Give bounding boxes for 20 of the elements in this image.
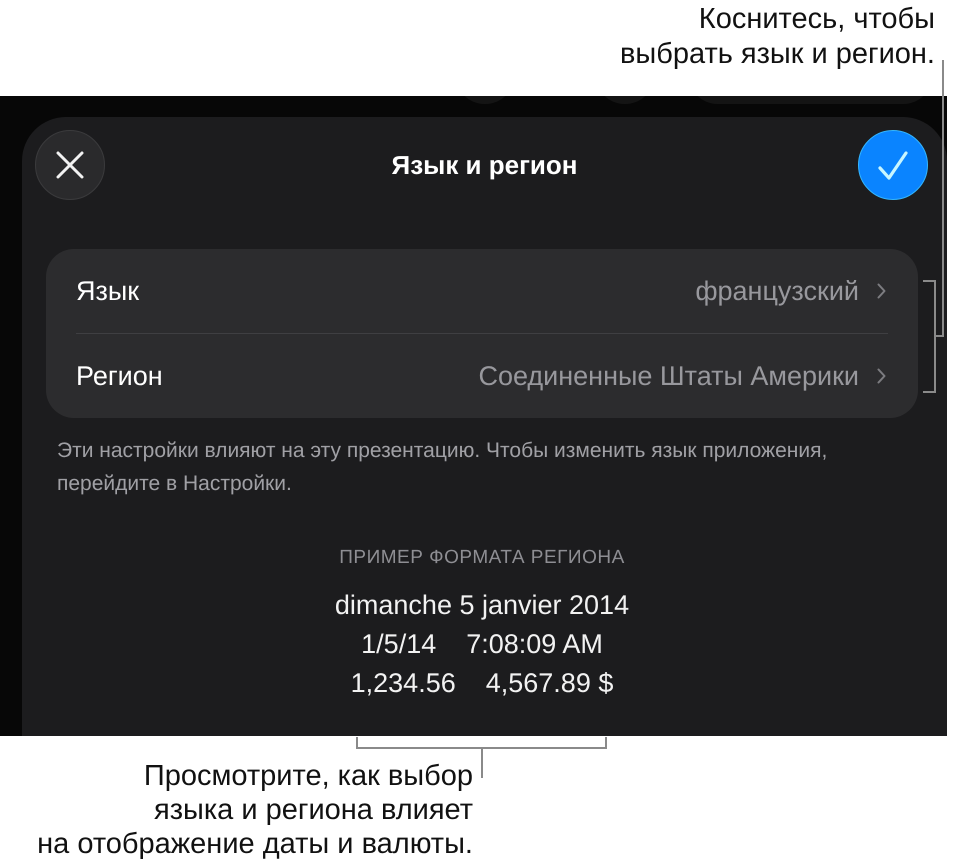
callout-text: Просмотрите, как выбор языка и региона влияет на отображение даты и валюты. — [37, 759, 473, 861]
settings-row[interactable]: Регион Соединенные Штаты Америки — [46, 334, 918, 418]
row-label: Регион — [76, 360, 163, 393]
close-icon — [56, 151, 84, 179]
callout-text: Коснитесь, чтобы выбрать язык и регион. — [620, 2, 935, 72]
format-example-text: 1/5/14 — [361, 628, 436, 661]
settings-row[interactable]: Язык французский — [46, 249, 918, 333]
footnote-text: Эти настройки влияют на эту презентацию. Чтобы изменить язык приложения, перейдите в Настройки. — [57, 438, 828, 497]
row-label: Язык — [76, 274, 140, 308]
format-example-text: 4,567.89 $ — [486, 667, 614, 700]
sheet-title: Язык и регион — [390, 148, 578, 182]
format-example-text: 1,234.56 — [350, 667, 456, 700]
chevron-icon — [877, 368, 886, 384]
chevron-icon — [877, 283, 886, 299]
row-value: Соединенные Штаты Америки — [478, 360, 859, 393]
format-example-text: 7:08:09 AM — [466, 628, 603, 661]
row-value: французский — [695, 274, 859, 308]
checkmark-icon — [878, 150, 908, 180]
format-heading: ПРИМЕР ФОРМАТА РЕГИОНА — [339, 546, 625, 569]
format-example-text: dimanche 5 janvier 2014 — [334, 589, 630, 622]
